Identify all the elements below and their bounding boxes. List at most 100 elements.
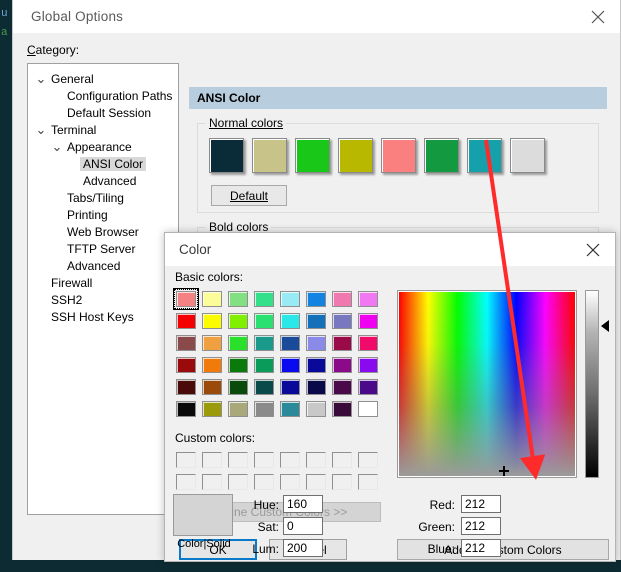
color-preview-swatch[interactable] [173,494,233,536]
basic-color-swatch-32[interactable] [173,376,199,398]
color-gradient[interactable] [399,292,575,476]
chevron-down-icon[interactable]: ⌄ [34,72,48,85]
category-tree[interactable]: ⌄ General Configuration Paths Default Sessi… [27,63,179,515]
basic-colors-grid[interactable] [173,288,381,420]
basic-color-swatch-41[interactable] [199,398,225,420]
custom-color-slot-14[interactable] [329,471,355,493]
custom-color-slot-7[interactable] [355,449,381,471]
basic-color-swatch-25[interactable] [199,354,225,376]
basic-color-swatch-34[interactable] [225,376,251,398]
tree-item-tftp-server[interactable]: TFTP Server [28,240,178,257]
hue-input[interactable]: 160 [283,495,323,513]
custom-color-slot-5[interactable] [303,449,329,471]
normal-color-swatch-1[interactable] [252,138,287,173]
basic-color-swatch-12[interactable] [277,310,303,332]
tree-item-advanced[interactable]: Advanced [28,257,178,274]
basic-color-swatch-18[interactable] [225,332,251,354]
custom-color-slot-13[interactable] [303,471,329,493]
basic-color-swatch-43[interactable] [251,398,277,420]
basic-color-swatch-17[interactable] [199,332,225,354]
default-button[interactable]: Default [211,185,287,206]
custom-color-slot-3[interactable] [251,449,277,471]
tree-item-web-browser[interactable]: Web Browser [28,223,178,240]
normal-color-swatch-4[interactable] [381,138,416,173]
basic-color-swatch-7[interactable] [355,288,381,310]
basic-color-swatch-47[interactable] [355,398,381,420]
tree-item-ssh2[interactable]: SSH2 [28,291,178,308]
basic-color-swatch-1[interactable] [199,288,225,310]
custom-color-slot-11[interactable] [251,471,277,493]
basic-color-swatch-3[interactable] [251,288,277,310]
basic-color-swatch-36[interactable] [277,376,303,398]
green-input[interactable]: 212 [461,517,501,535]
custom-color-slot-10[interactable] [225,471,251,493]
basic-color-swatch-5[interactable] [303,288,329,310]
tree-item-configuration-paths[interactable]: Configuration Paths [28,87,178,104]
basic-color-swatch-10[interactable] [225,310,251,332]
custom-color-slot-1[interactable] [199,449,225,471]
chevron-down-icon[interactable]: ⌄ [34,123,48,136]
basic-color-swatch-40[interactable] [173,398,199,420]
tree-item-appearance[interactable]: ⌄ Appearance [28,138,178,155]
basic-color-swatch-26[interactable] [225,354,251,376]
custom-color-slot-8[interactable] [173,471,199,493]
basic-color-swatch-13[interactable] [303,310,329,332]
red-input[interactable]: 212 [461,495,501,513]
basic-color-swatch-0[interactable] [173,288,199,310]
basic-color-swatch-29[interactable] [303,354,329,376]
basic-color-swatch-28[interactable] [277,354,303,376]
tree-item-ansi-color[interactable]: ANSI Color [28,155,178,172]
custom-color-slot-9[interactable] [199,471,225,493]
normal-color-swatch-6[interactable] [467,138,502,173]
basic-color-swatch-33[interactable] [199,376,225,398]
normal-color-swatch-7[interactable] [510,138,545,173]
chevron-down-icon[interactable]: ⌄ [50,140,64,153]
custom-color-slot-12[interactable] [277,471,303,493]
custom-color-slot-0[interactable] [173,449,199,471]
luminance-slider[interactable] [585,290,599,478]
sat-input[interactable]: 0 [283,517,323,535]
custom-color-slot-4[interactable] [277,449,303,471]
basic-color-swatch-24[interactable] [173,354,199,376]
custom-color-slot-15[interactable] [355,471,381,493]
normal-colors-swatch-row[interactable] [209,138,545,173]
basic-color-swatch-14[interactable] [329,310,355,332]
basic-color-swatch-39[interactable] [355,376,381,398]
basic-color-swatch-22[interactable] [329,332,355,354]
close-icon[interactable] [571,233,615,266]
basic-color-swatch-20[interactable] [277,332,303,354]
close-icon[interactable] [576,0,620,33]
basic-color-swatch-44[interactable] [277,398,303,420]
basic-color-swatch-11[interactable] [251,310,277,332]
tree-item-advanced[interactable]: Advanced [28,172,178,189]
tree-item-printing[interactable]: Printing [28,206,178,223]
normal-color-swatch-5[interactable] [424,138,459,173]
basic-color-swatch-31[interactable] [355,354,381,376]
normal-color-swatch-3[interactable] [338,138,373,173]
basic-color-swatch-2[interactable] [225,288,251,310]
basic-color-swatch-37[interactable] [303,376,329,398]
tree-item-firewall[interactable]: Firewall [28,274,178,291]
basic-color-swatch-6[interactable] [329,288,355,310]
normal-color-swatch-2[interactable] [295,138,330,173]
basic-color-swatch-23[interactable] [355,332,381,354]
custom-color-slot-6[interactable] [329,449,355,471]
normal-color-swatch-0[interactable] [209,138,244,173]
basic-color-swatch-8[interactable] [173,310,199,332]
lum-input[interactable]: 200 [283,539,323,557]
basic-color-swatch-46[interactable] [329,398,355,420]
basic-color-swatch-4[interactable] [277,288,303,310]
custom-color-slot-2[interactable] [225,449,251,471]
basic-color-swatch-30[interactable] [329,354,355,376]
basic-color-swatch-45[interactable] [303,398,329,420]
tree-item-general[interactable]: ⌄ General [28,70,178,87]
basic-color-swatch-9[interactable] [199,310,225,332]
basic-color-swatch-16[interactable] [173,332,199,354]
basic-color-swatch-35[interactable] [251,376,277,398]
basic-color-swatch-27[interactable] [251,354,277,376]
basic-color-swatch-42[interactable] [225,398,251,420]
tree-item-tabs-tiling[interactable]: Tabs/Tiling [28,189,178,206]
tree-item-ssh-host-keys[interactable]: SSH Host Keys [28,308,178,325]
basic-color-swatch-38[interactable] [329,376,355,398]
blue-input[interactable]: 212 [461,539,501,557]
